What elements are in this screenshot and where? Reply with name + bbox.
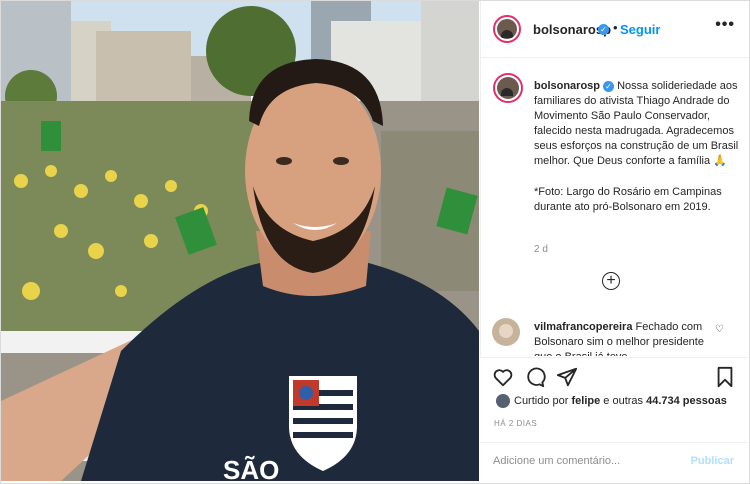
liked-by-summary: Curtido por felipe e outras 44.734 pesso… <box>496 394 727 408</box>
liked-prefix: Curtido por <box>514 394 569 407</box>
liked-mid: e outras <box>603 394 644 407</box>
more-options-icon[interactable]: ••• <box>715 16 735 34</box>
comment-input[interactable]: Adicione um comentário... <box>493 455 620 467</box>
post-actions: Curtido por felipe e outras 44.734 pesso… <box>480 357 748 483</box>
post-time-ago: HÁ 2 DIAS <box>494 419 538 428</box>
commenter-avatar[interactable] <box>492 318 520 346</box>
comment-item: vilmafrancopereira Fechado com Bolsonaro… <box>492 318 742 356</box>
caption-avatar[interactable] <box>493 73 523 103</box>
caption-text-block: bolsonarosp ✓ Nossa solideriedade aos fam… <box>534 79 740 215</box>
add-comment-bar: Adicione um comentário... Publicar <box>480 442 748 483</box>
bookmark-icon[interactable] <box>714 366 736 388</box>
liked-user[interactable]: felipe <box>571 395 600 407</box>
caption-timestamp: 2 d <box>534 244 548 255</box>
commenter-username[interactable]: vilmafrancopereira <box>534 321 632 333</box>
shirt-text: SÃO <box>223 455 279 481</box>
comment-text-block: vilmafrancopereira Fechado com Bolsonaro… <box>534 320 704 356</box>
caption-body: Nossa solideriedade aos familiares do at… <box>534 80 739 167</box>
author-avatar[interactable] <box>493 15 521 43</box>
separator-dot: • <box>613 20 618 35</box>
caption-verified-icon: ✓ <box>603 80 615 92</box>
follow-button[interactable]: Seguir <box>620 22 660 37</box>
caption-username[interactable]: bolsonarosp <box>534 80 600 92</box>
liked-count[interactable]: 44.734 pessoas <box>646 395 727 407</box>
comment-like-icon[interactable]: ♡ <box>715 324 724 335</box>
liked-by-avatar[interactable] <box>496 394 510 408</box>
publish-button[interactable]: Publicar <box>691 455 734 467</box>
post-photo[interactable]: SÃO <box>1 1 479 481</box>
post-header: bolsonarosp ✓ • Seguir ••• <box>481 1 749 58</box>
caption-photo-credit: *Foto: Largo do Rosário em Campinas dura… <box>534 186 722 213</box>
verified-badge-icon: ✓ <box>598 24 609 35</box>
load-more-comments-button[interactable]: + <box>602 272 620 290</box>
heart-icon[interactable] <box>492 366 514 388</box>
share-icon[interactable] <box>556 366 578 388</box>
comment-icon[interactable] <box>524 366 546 388</box>
